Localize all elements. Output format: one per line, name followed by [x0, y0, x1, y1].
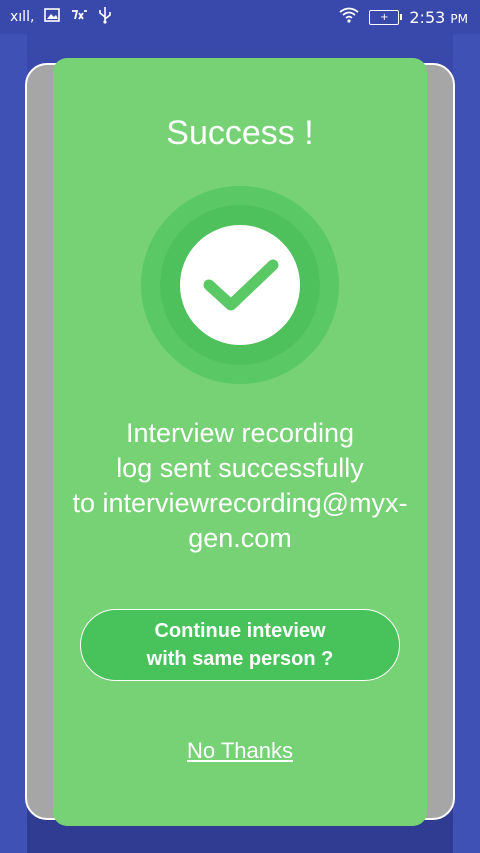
image-icon: [44, 8, 61, 26]
battery-icon: +: [369, 9, 403, 25]
call-icon: [70, 8, 88, 26]
message-line: gen.com: [188, 523, 292, 553]
clock: 2:53 PM: [409, 8, 468, 27]
wifi-icon: [339, 7, 359, 27]
message-line: log sent successfully: [116, 453, 364, 483]
success-message: Interview recording log sent successfull…: [53, 416, 427, 556]
dialog-title: Success !: [166, 114, 314, 152]
time-suffix: PM: [450, 11, 468, 26]
signal-icon: xıll,: [10, 9, 35, 25]
checkmark-icon: [180, 225, 300, 345]
no-thanks-link[interactable]: No Thanks: [0, 738, 480, 764]
message-line: Interview recording: [125, 418, 355, 448]
success-badge: [141, 186, 339, 384]
status-left: xıll,: [10, 6, 112, 28]
usb-icon: [98, 6, 112, 28]
success-badge-ring: [160, 205, 320, 365]
status-bar: xıll, + 2:53 PM: [0, 0, 480, 34]
continue-interview-button[interactable]: Continue inteview with same person ?: [80, 609, 400, 681]
time: 2:53: [409, 7, 446, 27]
message-line: to interviewrecording@myx-: [72, 488, 408, 518]
status-right: + 2:53 PM: [339, 6, 468, 28]
continue-button-line2: with same person ?: [146, 648, 334, 670]
continue-button-line1: Continue inteview: [154, 620, 326, 642]
